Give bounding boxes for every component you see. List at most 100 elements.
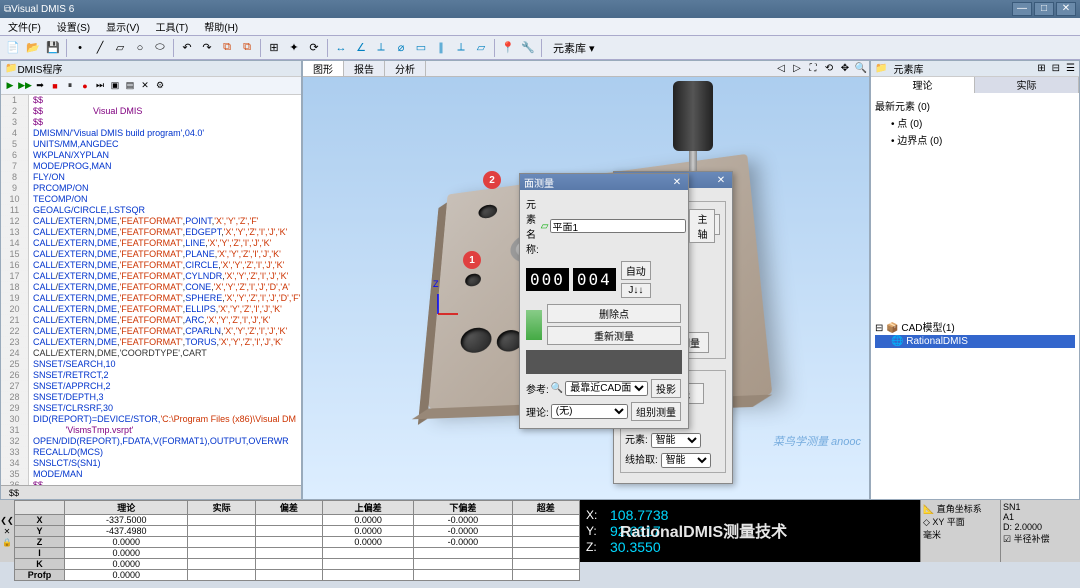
overlay-text: RationalDMIS测量技术 — [620, 518, 787, 542]
perp-icon[interactable]: ⟂ — [452, 39, 470, 57]
plane-icon: ▱ — [541, 221, 549, 232]
h-scrollbar[interactable]: $$ — [1, 485, 301, 499]
tool-icon[interactable]: ☰ — [1066, 63, 1075, 74]
break-icon[interactable]: ⧉ — [238, 39, 256, 57]
gdtol-icon[interactable]: ▭ — [412, 39, 430, 57]
menu-file[interactable]: 文件(F) — [0, 19, 49, 34]
tab-nominal[interactable]: 理论 — [871, 77, 975, 93]
menu-view[interactable]: 显示(V) — [98, 19, 147, 34]
close-button[interactable]: ✕ — [1056, 2, 1076, 16]
tab-graphics[interactable]: 图形 — [303, 61, 344, 76]
open-icon[interactable]: 📂 — [24, 39, 42, 57]
gear-icon[interactable]: ⚙ — [153, 79, 167, 93]
result-table: 理论实际偏差上偏差下偏差超差 X-337.50000.0000-0.0000Y-… — [14, 500, 580, 581]
run-icon[interactable]: ▶ — [3, 79, 17, 93]
coordinate-display: X:108.7738 Y:92.6317 Z:30.3550 RationalD… — [580, 500, 920, 562]
menu-help[interactable]: 帮助(H) — [196, 19, 246, 34]
ref-select[interactable]: 最靠近CAD面 — [565, 381, 648, 396]
align-icon[interactable]: ⊞ — [265, 39, 283, 57]
undo-icon[interactable]: ↶ — [178, 39, 196, 57]
tab-analyze[interactable]: 分析 — [385, 61, 426, 76]
point-tool-icon[interactable]: • — [71, 39, 89, 57]
tool-icon[interactable]: ⊞ — [1037, 63, 1045, 74]
dim-icon[interactable]: ↔ — [332, 39, 350, 57]
step-icon[interactable]: ➡ — [33, 79, 47, 93]
rotate-icon[interactable]: ⟳ — [305, 39, 323, 57]
app-title: Visual DMIS 6 — [11, 4, 74, 15]
flat-icon[interactable]: ▱ — [472, 39, 490, 57]
group-button[interactable]: 组别测量 — [631, 402, 681, 421]
close-icon[interactable]: ✕ — [714, 175, 728, 186]
cylinder-tool-icon[interactable]: ⬭ — [151, 39, 169, 57]
view-zoom-icon[interactable]: 🔍 — [853, 61, 869, 77]
stop-icon[interactable]: ■ — [48, 79, 62, 93]
run-line-icon[interactable]: ▶▶ — [18, 79, 32, 93]
watermark: 菜鸟学测量 anooc — [773, 433, 861, 449]
angle-icon[interactable]: ∠ — [352, 39, 370, 57]
edge-select[interactable]: 智能 — [661, 453, 711, 468]
axis-gizmo: Z — [433, 289, 463, 319]
counter-total: 004 — [573, 268, 616, 291]
parallel-icon[interactable]: ∥ — [432, 39, 450, 57]
minimize-button[interactable]: — — [1012, 2, 1032, 16]
dmis-program-panel: 📁 DMIS程序 ▶ ▶▶ ➡ ■ ⏸ ● ⏭ ▣ ▤ ✕ ⚙ 12345678… — [0, 60, 302, 500]
tol-icon[interactable]: ⌀ — [392, 39, 410, 57]
feature-name-input[interactable] — [550, 219, 686, 233]
code-editor[interactable]: 1234567891011121314151617181920212223242… — [1, 95, 301, 485]
tool-icon[interactable]: ⊟ — [1052, 63, 1060, 74]
expand-icon[interactable]: ❮❮ — [0, 516, 14, 525]
cad-item: 🌐 RationalDMIS — [875, 335, 1075, 348]
lock-icon[interactable]: 🔒 — [0, 538, 14, 547]
features-dropdown[interactable]: 元素库 ▾ — [546, 39, 602, 57]
link-icon[interactable]: ⧉ — [218, 39, 236, 57]
status-strip — [526, 350, 682, 374]
collapse-icon[interactable]: ▣ — [108, 79, 122, 93]
view-rotate-icon[interactable]: ⟲ — [821, 61, 837, 77]
redo-icon[interactable]: ↷ — [198, 39, 216, 57]
close-icon[interactable]: ✕ — [670, 177, 684, 188]
panel-title: DMIS程序 — [17, 61, 62, 76]
collapse-icon[interactable]: ✕ — [0, 527, 14, 536]
nominal-select[interactable]: (无) — [551, 404, 628, 419]
new-icon[interactable]: 📄 — [4, 39, 22, 57]
proj-button[interactable]: 投影 — [651, 379, 681, 398]
feature-tree[interactable]: 最新元素 (0) • 点 (0) • 边界点 (0) ⊟ 📦 CAD模型(1) … — [871, 93, 1079, 499]
record-icon[interactable]: ● — [78, 79, 92, 93]
dist-icon[interactable]: ⟂ — [372, 39, 390, 57]
menu-settings[interactable]: 设置(S) — [49, 19, 98, 34]
auto-button[interactable]: 自动 — [621, 261, 651, 280]
clear-icon[interactable]: ✕ — [138, 79, 152, 93]
3d-viewport[interactable]: 图形 报告 分析 ◁ ▷ ⛶ ⟲ ✥ 🔍 — [302, 60, 870, 500]
circle-tool-icon[interactable]: ○ — [131, 39, 149, 57]
tab-actual[interactable]: 实际 — [975, 77, 1079, 93]
view-pan-icon[interactable]: ✥ — [837, 61, 853, 77]
view-next-icon[interactable]: ▷ — [789, 61, 805, 77]
expand-icon[interactable]: ▤ — [123, 79, 137, 93]
view-prev-icon[interactable]: ◁ — [773, 61, 789, 77]
remeasure-button[interactable]: 重新测量 — [547, 326, 681, 345]
plane-tool-icon[interactable]: ▱ — [111, 39, 129, 57]
folder-icon: 📁 — [5, 63, 17, 74]
panel-title: 元素库 — [893, 61, 923, 76]
progress-bar — [526, 310, 542, 340]
menu-tools[interactable]: 工具(T) — [147, 19, 196, 34]
tab-report[interactable]: 报告 — [344, 61, 385, 76]
params-button[interactable]: 主轴 — [689, 209, 715, 243]
cs-icon[interactable]: ✦ — [285, 39, 303, 57]
pause-icon[interactable]: ⏸ — [63, 79, 77, 93]
skip-icon[interactable]: ⏭ — [93, 79, 107, 93]
maximize-button[interactable]: □ — [1034, 2, 1054, 16]
element-select[interactable]: 智能 — [651, 433, 701, 448]
touch-point-marker: 1 — [463, 251, 481, 269]
delpoint-button[interactable]: 删除点 — [547, 304, 681, 323]
view-fit-icon[interactable]: ⛶ — [805, 61, 821, 77]
save-icon[interactable]: 💾 — [44, 39, 62, 57]
line-tool-icon[interactable]: ╱ — [91, 39, 109, 57]
opt-button[interactable]: J↓↓ — [621, 283, 651, 298]
probe-icon[interactable]: 📍 — [499, 39, 517, 57]
sensor-icon[interactable]: 🔧 — [519, 39, 537, 57]
sensor-info: SN1 A1 D: 2.0000 ☑ 半径补偿 — [1000, 500, 1080, 562]
status-info: 📐 直角坐标系 ◇ XY 平面 毫米 — [920, 500, 1000, 562]
folder-icon: 📁 — [875, 63, 887, 74]
menu-bar: 文件(F) 设置(S) 显示(V) 工具(T) 帮助(H) — [0, 18, 1080, 36]
